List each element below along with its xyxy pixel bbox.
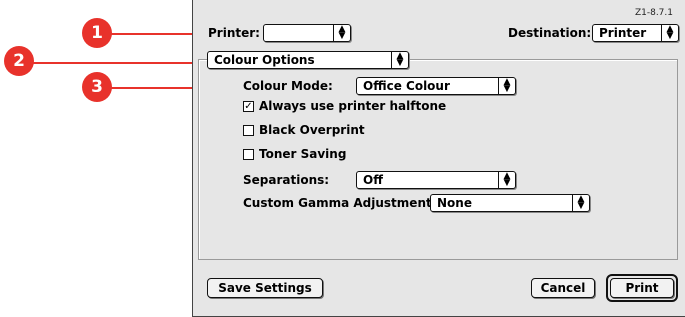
toner-saving-checkbox[interactable] [243,149,254,160]
gamma-popup[interactable]: None ▲ ▼ [430,194,590,212]
callout-badge-2: 2 [4,46,34,76]
cancel-button[interactable]: Cancel [531,278,595,298]
colour-mode-label: Colour Mode: [243,79,333,93]
separations-popup[interactable]: Off ▲ ▼ [356,171,516,189]
separations-value: Off [363,173,383,187]
callout-badge-1: 1 [82,18,112,48]
callout-line-2 [30,62,210,64]
checkmark-icon: ✓ [244,101,253,112]
up-down-arrows-icon: ▲ ▼ [572,195,589,211]
gamma-value: None [437,196,472,210]
black-overprint-label: Black Overprint [259,123,365,137]
section-popup[interactable]: Colour Options ▲ ▼ [207,51,409,69]
up-down-arrows-icon: ▲ ▼ [661,25,678,41]
colour-mode-popup[interactable]: Office Colour ▲ ▼ [356,77,516,95]
up-down-arrows-icon: ▲ ▼ [333,25,350,41]
destination-label: Destination: [508,26,592,40]
up-down-arrows-icon: ▲ ▼ [498,172,515,188]
up-down-arrows-icon: ▲ ▼ [498,78,515,94]
save-settings-button[interactable]: Save Settings [207,278,323,298]
halftone-checkbox[interactable]: ✓ [243,101,254,112]
black-overprint-checkbox[interactable] [243,125,254,136]
destination-value: Printer [599,26,647,40]
gamma-label: Custom Gamma Adjustment: [243,196,437,210]
print-button[interactable]: Print [610,278,674,298]
up-down-arrows-icon: ▲ ▼ [391,52,408,68]
halftone-label: Always use printer halftone [259,99,447,113]
destination-popup[interactable]: Printer ▲ ▼ [592,24,679,42]
section-value: Colour Options [214,53,315,67]
colour-mode-value: Office Colour [363,79,450,93]
printer-label: Printer: [208,26,260,40]
version-label: Z1-8.7.1 [634,8,673,18]
toner-saving-label: Toner Saving [259,147,347,161]
printer-popup[interactable]: ▲ ▼ [263,24,351,42]
callout-badge-3: 3 [82,72,112,102]
separations-label: Separations: [243,173,330,187]
